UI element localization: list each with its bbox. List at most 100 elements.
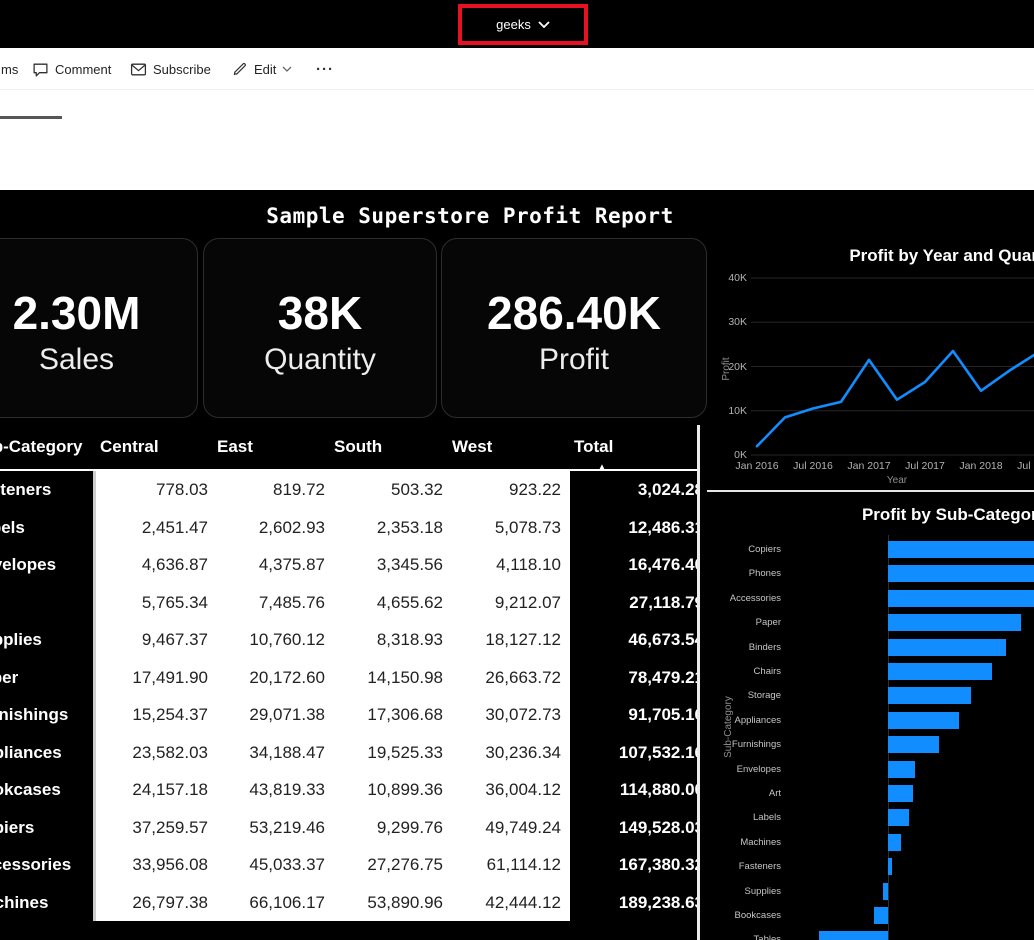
subscribe-button[interactable]: Subscribe [130, 48, 211, 90]
cell-central: 5,765.34 [93, 584, 210, 622]
profit-bar[interactable] [888, 565, 1034, 582]
kpi-card-profit[interactable]: 286.40K Profit [441, 238, 707, 418]
bar-category-label: Phones [707, 568, 781, 580]
bar-category-label: Binders [707, 642, 781, 654]
bar-category-label: Envelopes [707, 764, 781, 776]
line-chart-panel[interactable]: Profit by Year and Quarter 0K10K20K30K40… [707, 238, 1034, 492]
cell-south: 9,299.76 [327, 809, 445, 847]
x-axis-tick-label: Jul 2018 [1013, 460, 1034, 472]
x-axis-tick-label: Jan 2016 [733, 460, 781, 472]
bar-category-label: Supplies [707, 886, 781, 898]
cell-west: 30,072.73 [445, 696, 570, 734]
row-label: Furnishings [0, 696, 93, 734]
report-toolbar: ms Comment Subscribe Edit ··· [0, 48, 1034, 90]
bar-category-label: Tables [707, 934, 781, 940]
profit-bar[interactable] [888, 785, 913, 802]
cell-west: 61,114.12 [445, 846, 570, 884]
cell-total: 46,673.54 [570, 621, 697, 659]
profit-bar[interactable] [888, 809, 909, 826]
profit-bar[interactable] [888, 736, 939, 753]
profit-bar[interactable] [888, 761, 915, 778]
x-axis-tick-label: Jul 2017 [901, 460, 949, 472]
table-row[interactable]: Appliances23,582.0334,188.4719,525.3330,… [0, 734, 697, 772]
cell-south: 4,655.62 [327, 584, 445, 622]
table-row[interactable]: Fasteners778.03819.72503.32923.223,024.2… [0, 471, 697, 509]
table-row[interactable]: Copiers37,259.5753,219.469,299.7649,749.… [0, 809, 697, 847]
more-options-button[interactable]: ··· [316, 48, 334, 90]
column-header-south[interactable]: South [327, 437, 445, 457]
cell-total: 149,528.03 [570, 809, 697, 847]
profit-bar[interactable] [888, 590, 1034, 607]
cell-central: 2,451.47 [93, 509, 210, 547]
table-row[interactable]: Supplies9,467.3710,760.128,318.9318,127.… [0, 621, 697, 659]
profit-bar[interactable] [883, 883, 888, 900]
column-header-total[interactable]: Total▲ [570, 437, 697, 457]
column-header-east[interactable]: East [210, 437, 327, 457]
cell-total-value: 16,476.40 [570, 546, 697, 584]
kpi-card-quantity[interactable]: 38K Quantity [203, 238, 437, 418]
cell-west: 26,663.72 [445, 659, 570, 697]
cell-total-value: 149,528.03 [570, 809, 697, 847]
sort-ascending-icon: ▲ [598, 463, 606, 471]
cell-south: 27,276.75 [327, 846, 445, 884]
table-body: Fasteners778.03819.72503.32923.223,024.2… [0, 471, 697, 921]
column-header-central[interactable]: Central [93, 437, 210, 457]
column-header-subcategory[interactable]: Sub-Category [0, 437, 93, 457]
kpi-label-profit: Profit [539, 345, 609, 375]
y-axis-tick-label: 40K [709, 272, 747, 284]
cell-west: 4,118.10 [445, 546, 570, 584]
cell-total-value: 114,880.00 [570, 771, 697, 809]
cell-total-value: 12,486.31 [570, 509, 697, 547]
cell-total: 167,380.32 [570, 846, 697, 884]
column-header-west[interactable]: West [445, 437, 570, 457]
profit-bar[interactable] [888, 858, 892, 875]
cell-south: 17,306.68 [327, 696, 445, 734]
cell-central: 33,956.08 [93, 846, 210, 884]
table-row[interactable]: Bookcases24,157.1843,819.3310,899.3636,0… [0, 771, 697, 809]
profit-bar[interactable] [888, 614, 1021, 631]
profit-bar[interactable] [888, 712, 959, 729]
table-header-row: Sub-CategoryCentralEastSouthWestTotal▲ [0, 425, 697, 471]
cell-central: 9,467.37 [93, 621, 210, 659]
edit-button[interactable]: Edit [232, 48, 292, 90]
profit-bar[interactable] [874, 907, 888, 924]
bar-chart-rows: CopiersPhonesAccessoriesPaperBindersChai… [707, 497, 1034, 940]
table-row[interactable]: Envelopes4,636.874,375.873,345.564,118.1… [0, 546, 697, 584]
comment-button[interactable]: Comment [32, 48, 111, 90]
cell-west: 49,749.24 [445, 809, 570, 847]
cell-west: 5,078.73 [445, 509, 570, 547]
profit-bar[interactable] [888, 541, 1034, 558]
profit-bar[interactable] [888, 663, 992, 680]
toolbar-item-clipped[interactable]: ms [1, 48, 18, 90]
profit-bar[interactable] [888, 834, 901, 851]
profit-bar[interactable] [819, 931, 888, 940]
row-label: Art [0, 584, 93, 622]
cell-central: 15,254.37 [93, 696, 210, 734]
cell-east: 20,172.60 [210, 659, 327, 697]
chevron-down-icon [282, 66, 292, 72]
cell-total: 91,705.16 [570, 696, 697, 734]
cell-south: 14,150.98 [327, 659, 445, 697]
kpi-value-quantity: 38K [278, 290, 362, 336]
edit-label: Edit [254, 62, 276, 77]
profit-bar[interactable] [888, 687, 971, 704]
ellipsis-icon: ··· [316, 61, 334, 78]
workspace-dropdown[interactable]: geeks [496, 17, 550, 32]
profit-bar[interactable] [888, 639, 1006, 656]
table-row[interactable]: Accessories33,956.0845,033.3727,276.7561… [0, 846, 697, 884]
line-chart-svg[interactable] [707, 238, 1034, 492]
kpi-card-sales[interactable]: 2.30M Sales [0, 238, 198, 418]
bar-category-label: Paper [707, 617, 781, 629]
bar-category-label: Furnishings [707, 739, 781, 751]
cell-total-value: 107,532.16 [570, 734, 697, 772]
bar-chart-panel[interactable]: Profit by Sub-Category CopiersPhonesAcce… [707, 497, 1034, 940]
table-row[interactable]: Furnishings15,254.3729,071.3817,306.6830… [0, 696, 697, 734]
x-axis-tick-label: Jan 2017 [845, 460, 893, 472]
table-row[interactable]: Machines26,797.3866,106.1753,890.9642,44… [0, 884, 697, 922]
cell-central: 26,797.38 [93, 884, 210, 922]
cell-east: 43,819.33 [210, 771, 327, 809]
cell-total: 107,532.16 [570, 734, 697, 772]
table-row[interactable]: Art5,765.347,485.764,655.629,212.0727,11… [0, 584, 697, 622]
table-row[interactable]: Paper17,491.9020,172.6014,150.9826,663.7… [0, 659, 697, 697]
table-row[interactable]: Labels2,451.472,602.932,353.185,078.7312… [0, 509, 697, 547]
